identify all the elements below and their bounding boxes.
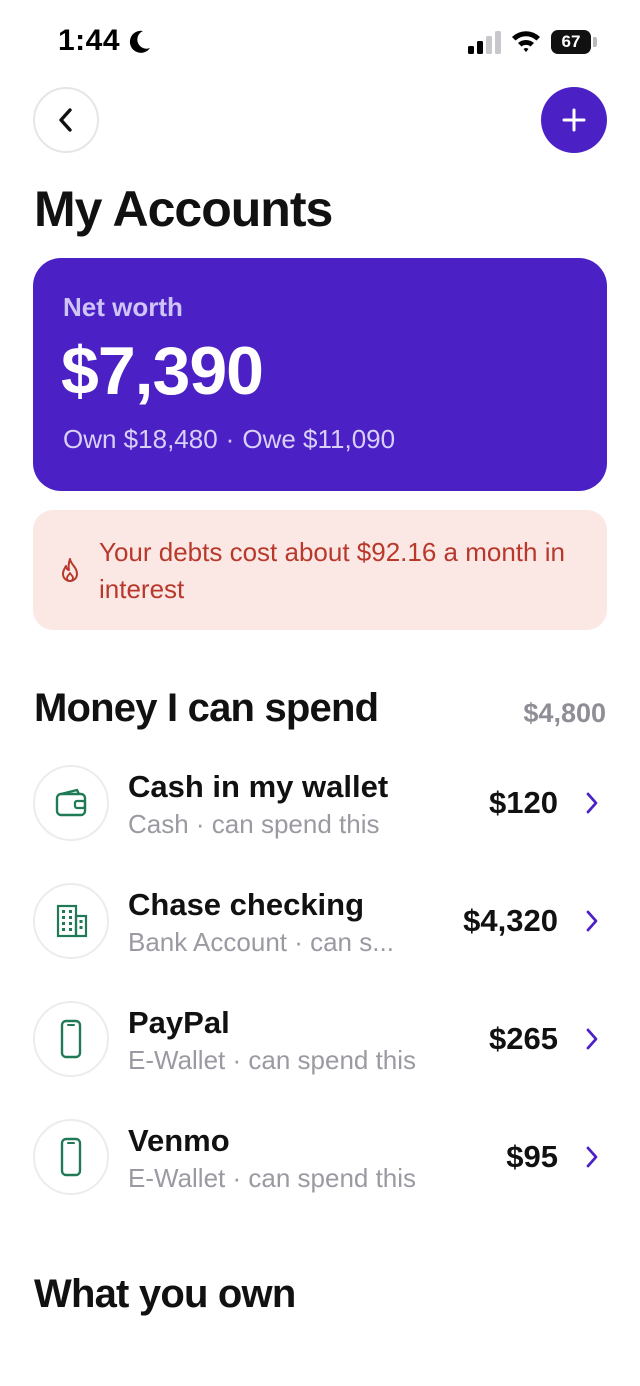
wallet-icon bbox=[55, 788, 87, 817]
page-title: My Accounts bbox=[34, 181, 333, 237]
net-worth-amount: $7,390 bbox=[61, 333, 264, 409]
back-button[interactable] bbox=[33, 87, 99, 153]
account-amount: $95 bbox=[506, 1139, 558, 1174]
wifi-icon bbox=[512, 31, 540, 52]
section-title-spend: Money I can spend bbox=[34, 686, 379, 730]
flame-icon bbox=[62, 558, 78, 582]
account-row-paypal[interactable]: PayPal E-Wallet · can spend this $265 bbox=[0, 1001, 640, 1101]
net-worth-label: Net worth bbox=[63, 292, 183, 322]
account-amount: $4,320 bbox=[463, 903, 558, 938]
status-time: 1:44 bbox=[58, 24, 121, 57]
alert-text: Your debts cost about $92.16 a month in … bbox=[99, 537, 565, 604]
section-total-spend: $4,800 bbox=[523, 698, 606, 728]
signal-icon bbox=[468, 31, 501, 54]
account-icon-container bbox=[33, 765, 109, 841]
account-row-chase-checking[interactable]: Chase checking Bank Account · can s... $… bbox=[0, 883, 640, 983]
chevron-right-icon bbox=[586, 1028, 598, 1050]
phone-icon bbox=[60, 1019, 82, 1059]
screen: 1:44 67 My Accounts Net worth $7,390 Own… bbox=[0, 0, 640, 1386]
interest-alert[interactable]: Your debts cost about $92.16 a month in … bbox=[33, 510, 607, 630]
chevron-right-icon bbox=[586, 792, 598, 814]
plus-icon bbox=[562, 108, 586, 132]
account-name: Chase checking bbox=[128, 887, 365, 922]
phone-icon bbox=[60, 1137, 82, 1177]
own-total: Own $18,480 bbox=[63, 424, 218, 454]
account-subtitle: E-Wallet · can spend this bbox=[128, 1163, 417, 1193]
battery-cap bbox=[593, 37, 597, 47]
separator-dot: · bbox=[225, 424, 235, 454]
account-icon-container bbox=[33, 883, 109, 959]
add-account-button[interactable] bbox=[541, 87, 607, 153]
account-icon-container bbox=[33, 1119, 109, 1195]
account-row-venmo[interactable]: Venmo E-Wallet · can spend this $95 bbox=[0, 1119, 640, 1219]
account-amount: $265 bbox=[489, 1021, 558, 1056]
account-amount: $120 bbox=[489, 785, 558, 820]
account-subtitle: Cash · can spend this bbox=[128, 809, 380, 839]
account-name: PayPal bbox=[128, 1005, 230, 1040]
account-name: Cash in my wallet bbox=[128, 769, 389, 804]
battery-icon: 67 bbox=[551, 30, 591, 54]
account-name: Venmo bbox=[128, 1123, 230, 1158]
section-title-own: What you own bbox=[34, 1272, 296, 1316]
status-bar: 1:44 67 bbox=[0, 0, 640, 86]
net-worth-breakdown: Own $18,480 · Owe $11,090 bbox=[63, 424, 395, 455]
moon-icon bbox=[129, 30, 150, 53]
chevron-left-icon bbox=[59, 108, 72, 132]
account-row-cash[interactable]: Cash in my wallet Cash · can spend this … bbox=[0, 765, 640, 865]
chevron-right-icon bbox=[586, 1146, 598, 1168]
owe-total: Owe $11,090 bbox=[242, 424, 396, 454]
chevron-right-icon bbox=[586, 910, 598, 932]
building-icon bbox=[56, 904, 88, 938]
account-icon-container bbox=[33, 1001, 109, 1077]
net-worth-card: Net worth $7,390 Own $18,480 · Owe $11,090 bbox=[33, 258, 607, 491]
account-subtitle: Bank Account · can s... bbox=[128, 927, 394, 957]
account-subtitle: E-Wallet · can spend this bbox=[128, 1045, 417, 1075]
